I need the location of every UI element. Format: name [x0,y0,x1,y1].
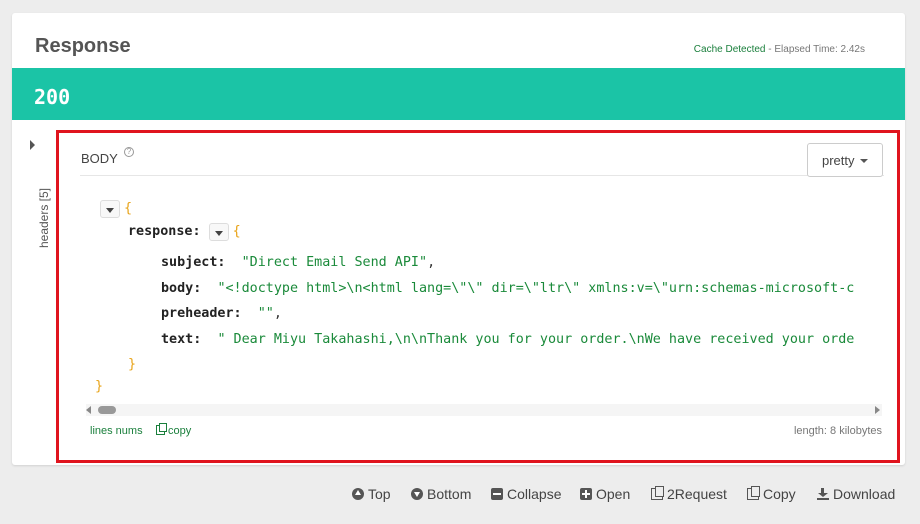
json-key: subject: [161,255,226,270]
body-footer: lines nums copy length: 8 kilobytes [90,423,884,438]
json-string: "Direct Email Send API" [241,255,428,270]
body-label: BODY [81,151,118,166]
bottom-toolbar: Top Bottom Collapse Open 2Request Copy D… [0,485,920,503]
collapse-toggle-icon[interactable] [208,223,229,241]
status-bar: 200 [12,68,905,120]
download-button[interactable]: Download [817,485,895,503]
format-dropdown-label: pretty [822,153,855,168]
cache-status: Cache Detected [693,44,766,55]
elapsed-time: Elapsed Time: 2.42s [774,44,865,55]
plus-square-icon [580,488,592,500]
code-line: text: " Dear Miyu Takahashi,\n\nThank yo… [161,331,854,349]
open-button-label: Open [596,486,631,502]
body-header: BODY ? pretty [80,138,884,177]
arrow-down-circle-icon [411,488,423,500]
json-viewer[interactable]: { response: { subject: "Direct Email Sen… [80,196,884,396]
close-brace: } [95,379,104,394]
copy-icon [156,423,167,435]
chevron-right-icon [30,140,35,150]
help-icon[interactable]: ? [124,147,134,157]
status-code: 200 [34,85,71,109]
collapse-toggle-icon[interactable] [100,200,120,218]
scroll-left-icon[interactable] [86,406,91,414]
json-key: response: [128,224,201,239]
minus-square-icon [491,488,503,500]
response-title: Response [35,35,131,57]
collapse-button[interactable]: Collapse [491,485,561,503]
collapse-button-label: Collapse [507,486,562,502]
json-string: " Dear Miyu Takahashi,\n\nThank you for … [217,332,855,347]
copy-body-link[interactable]: copy [156,423,192,437]
response-meta: Cache Detected - Elapsed Time: 2.42s [694,44,865,55]
comma: , [273,306,282,321]
code-line: preheader: "", [161,305,282,323]
arrow-up-circle-icon [352,488,364,500]
download-icon [817,488,829,500]
code-line: subject: "Direct Email Send API", [161,254,435,272]
bottom-button[interactable]: Bottom [411,485,471,503]
comma: , [427,255,436,270]
scroll-right-icon[interactable] [875,406,880,414]
headers-tab[interactable]: headers [5] [37,183,51,253]
top-button[interactable]: Top [352,485,391,503]
code-line: } [128,356,136,374]
open-brace: { [232,224,241,239]
json-key: preheader: [161,306,242,321]
json-key: body: [161,281,202,296]
open-button[interactable]: Open [580,485,630,503]
json-key: text: [161,332,202,347]
copy-icon [747,486,760,500]
lines-nums-link[interactable]: lines nums [90,425,143,437]
close-brace: } [128,357,137,372]
body-length: length: 8 kilobytes [793,425,882,437]
headers-expand-toggle[interactable] [28,140,40,152]
code-line: } [95,378,103,396]
scroll-thumb[interactable] [98,406,116,414]
bottom-button-label: Bottom [427,486,472,502]
copy-button-label: Copy [763,486,796,502]
copy-body-label: copy [168,425,192,437]
caret-down-icon [860,159,868,163]
copy-button[interactable]: Copy [747,485,796,503]
json-string: "" [257,306,274,321]
copy-icon [651,486,664,500]
format-dropdown[interactable]: pretty [807,143,883,177]
code-line: body: "<!doctype html>\n<html lang=\"\" … [161,280,854,298]
download-button-label: Download [833,486,896,502]
to-request-button-label: 2Request [667,486,727,502]
horizontal-scrollbar[interactable] [86,404,882,416]
code-line: response: { [128,223,241,241]
response-header: Response Cache Detected - Elapsed Time: … [12,13,905,68]
json-string: "<!doctype html>\n<html lang=\"\" dir=\"… [217,281,855,296]
code-line: { [100,200,132,218]
open-brace: { [124,201,133,216]
to-request-button[interactable]: 2Request [651,485,727,503]
body-panel: BODY ? pretty { response: { subject: "Di… [80,138,884,443]
top-button-label: Top [368,486,391,502]
